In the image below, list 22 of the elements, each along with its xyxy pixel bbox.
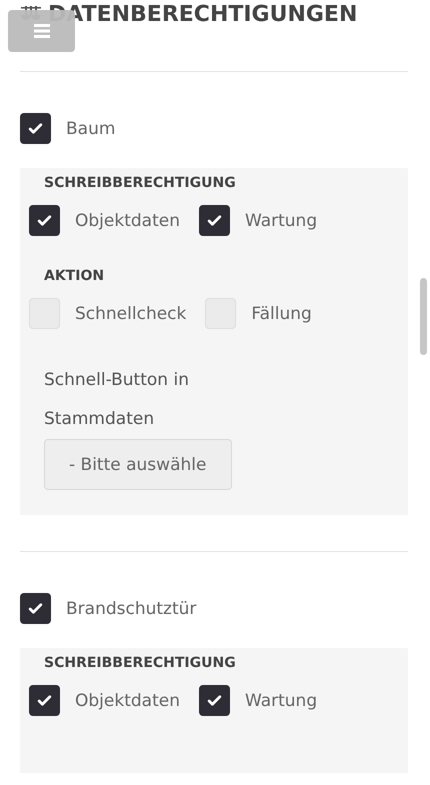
option-label: Objektdaten — [75, 210, 180, 230]
menu-icon — [34, 24, 50, 38]
section-label: Brandschutztür — [66, 598, 196, 618]
group-title: SCHREIBBERECHTIGUNG — [43, 655, 237, 673]
group-title: AKTION — [43, 268, 106, 286]
checkbox[interactable] — [20, 113, 51, 144]
page-title: DATENBERECHTIGUNGEN — [48, 2, 358, 26]
checkbox[interactable] — [29, 685, 60, 716]
group-title: SCHREIBBERECHTIGUNG — [43, 175, 237, 193]
section-label: Baum — [66, 118, 116, 138]
scrollbar[interactable] — [420, 278, 427, 355]
field-label: Schnell-Button in Stammdaten — [43, 369, 190, 431]
option-label: Objektdaten — [75, 690, 180, 710]
checkbox[interactable] — [29, 205, 60, 236]
option-label: Wartung — [244, 690, 318, 710]
checkbox[interactable] — [20, 593, 51, 624]
option-label: Wartung — [244, 210, 318, 230]
checkbox[interactable] — [198, 205, 230, 236]
dropdown[interactable]: - Bitte auswähle — [44, 439, 232, 490]
option-label: Fällung — [251, 304, 312, 324]
checkbox[interactable] — [198, 685, 230, 716]
option-label: Schnellcheck — [75, 304, 186, 324]
